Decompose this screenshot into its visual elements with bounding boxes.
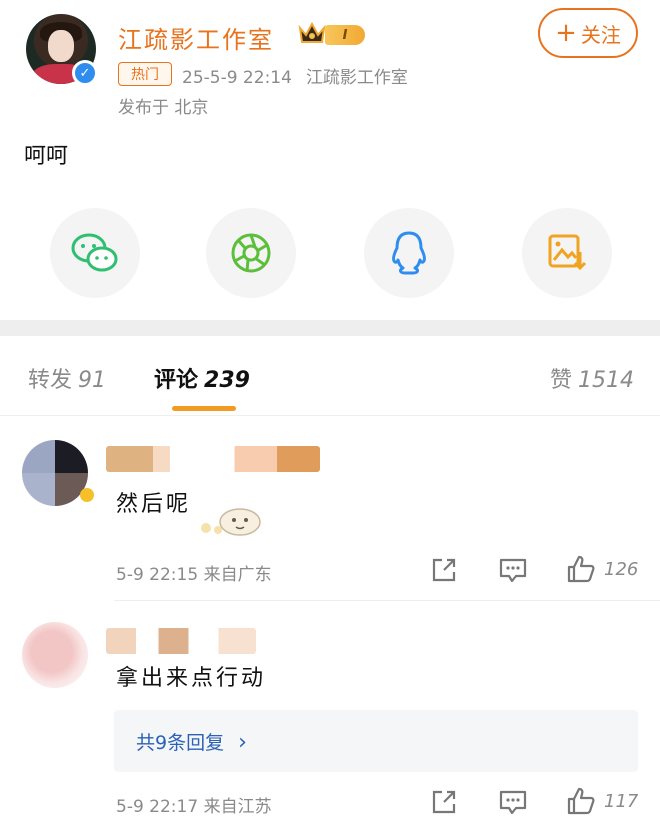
reply-comment-button[interactable] <box>498 788 528 816</box>
save-image-button[interactable] <box>522 208 612 298</box>
tab-comments-count: 239 <box>204 368 250 393</box>
thumbs-up-icon <box>567 787 595 815</box>
reply-comment-button[interactable] <box>498 556 528 584</box>
comment-location: 来自江苏 <box>203 797 272 817</box>
share-out-icon <box>432 790 456 814</box>
tab-comments-label: 评论 <box>154 368 199 393</box>
commenter-avatar[interactable] <box>22 622 88 688</box>
share-out-icon <box>432 558 456 582</box>
tab-likes[interactable]: 赞 1514 <box>550 362 634 394</box>
comment-time: 5-9 22:15 <box>116 565 199 585</box>
comment-bubble-icon <box>499 790 527 815</box>
like-count: 117 <box>604 790 639 812</box>
publish-location: 发布于 北京 <box>118 98 209 118</box>
post-datetime: 25-5-9 22:14 <box>182 68 292 88</box>
level-badge: I <box>325 25 365 45</box>
comment-meta: 5-9 22:15 来自广东 <box>116 560 272 585</box>
verified-badge-icon: ✓ <box>72 60 98 86</box>
commenter-name-blurred[interactable] <box>106 446 320 472</box>
tab-comments[interactable]: 评论 239 <box>154 362 250 394</box>
post-header: ✓ 江疏影工作室 I 热门 25-5-9 22:14 江疏影工作室 发布于 北京 … <box>0 0 660 130</box>
post-tabs: 转发 91 评论 239 赞 1514 <box>0 336 660 416</box>
thumbs-up-icon <box>567 555 595 583</box>
share-wechat-button[interactable] <box>50 208 140 298</box>
tab-likes-count: 1514 <box>578 368 635 393</box>
crown-icon <box>298 21 326 43</box>
tab-likes-label: 赞 <box>550 368 573 393</box>
comment-meta: 5-9 22:17 来自江苏 <box>116 792 272 817</box>
member-dot-icon <box>80 488 94 502</box>
like-comment-button[interactable]: 117 <box>566 786 638 816</box>
replies-box[interactable]: 共9条回复 › <box>114 710 638 772</box>
replies-label: 共9条回复 <box>136 732 225 754</box>
post-source: 江疏影工作室 <box>305 68 408 88</box>
like-comment-button[interactable]: 126 <box>566 554 638 584</box>
comment-text: 然后呢 <box>116 486 191 518</box>
commenter-avatar[interactable] <box>22 440 88 506</box>
qq-icon <box>392 231 426 275</box>
commenter-name-blurred[interactable] <box>106 628 256 654</box>
active-tab-indicator <box>172 406 236 411</box>
share-row <box>0 208 660 300</box>
tab-reposts-label: 转发 <box>28 368 73 393</box>
tab-reposts-count: 91 <box>78 368 107 393</box>
share-moments-button[interactable] <box>206 208 296 298</box>
tab-reposts[interactable]: 转发 91 <box>28 362 106 394</box>
share-comment-button[interactable] <box>430 556 458 584</box>
member-badge[interactable]: I <box>297 20 369 48</box>
moments-icon <box>231 233 271 273</box>
follow-label: 关注 <box>580 22 621 47</box>
comment-bubble-icon <box>499 558 527 583</box>
post-text: 呵呵 <box>24 144 69 169</box>
comment-location: 来自广东 <box>203 565 272 585</box>
like-count: 126 <box>604 558 639 580</box>
view-replies-link[interactable]: 共9条回复 › <box>136 728 247 755</box>
post-meta: 25-5-9 22:14 江疏影工作室 <box>182 63 408 88</box>
plus-icon: + <box>555 18 577 48</box>
save-image-icon <box>548 234 587 271</box>
comment-text: 拿出来点行动 <box>116 666 267 691</box>
tabs-divider <box>0 415 660 416</box>
chevron-right-icon: › <box>238 730 247 755</box>
comment-time: 5-9 22:17 <box>116 797 199 817</box>
section-divider <box>0 320 660 336</box>
comment-text-content: 然后呢 <box>116 492 192 517</box>
sticker-emoji-icon <box>201 508 261 536</box>
author-name[interactable]: 江疏影工作室 <box>118 20 274 55</box>
hot-tag: 热门 <box>118 62 172 86</box>
wechat-icon <box>71 233 118 272</box>
share-qq-button[interactable] <box>364 208 454 298</box>
follow-button[interactable]: + 关注 <box>538 8 638 58</box>
share-comment-button[interactable] <box>430 788 458 816</box>
comment-divider <box>114 600 660 601</box>
